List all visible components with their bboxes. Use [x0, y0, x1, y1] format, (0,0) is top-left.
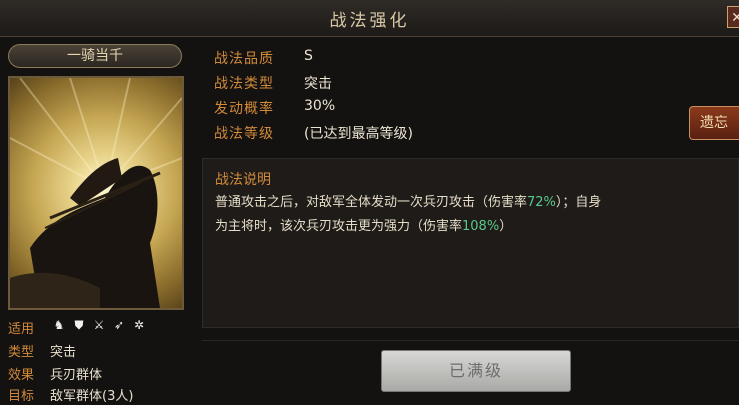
- forget-button[interactable]: 遗忘: [689, 106, 739, 140]
- window-title: 战法强化: [329, 11, 410, 31]
- tactic-card-art: [8, 76, 184, 310]
- close-icon: ✕: [731, 10, 739, 26]
- close-button[interactable]: ✕: [727, 6, 739, 28]
- damage-rate-72: 72%: [527, 195, 556, 210]
- description-line1-start: 普通攻击之后，对敌军全体发动一次兵刃攻击（伤害率: [215, 195, 528, 210]
- description-text: 普通攻击之后，对敌军全体发动一次兵刃攻击（伤害率72%）；自身 为主将时，该次兵…: [215, 191, 735, 239]
- tactic-type-label: 战法类型: [214, 76, 274, 92]
- type-label: 类型: [8, 345, 35, 360]
- type-value: 突击: [50, 345, 77, 360]
- description-title: 战法说明: [215, 172, 271, 188]
- max-level-button[interactable]: 已满级: [381, 350, 571, 392]
- quality-value: S: [304, 48, 313, 64]
- damage-rate-108: 108%: [462, 219, 500, 234]
- description-line1-end: ）；自身: [555, 195, 602, 210]
- siege-wheel-icon: ✲: [133, 318, 145, 332]
- divider: [202, 340, 739, 341]
- applicable-label: 适用: [8, 322, 35, 337]
- level-value: (已达到最高等级): [304, 126, 413, 142]
- archer-icon: ➶: [113, 318, 125, 332]
- crossed-swords-icon: ⚔: [93, 318, 105, 332]
- target-label: 目标: [8, 389, 35, 404]
- tactic-type-value: 突击: [304, 76, 332, 92]
- effect-value: 兵刃群体: [50, 368, 103, 383]
- chance-value: 30%: [304, 98, 336, 114]
- cavalry-icon: ♞: [53, 318, 65, 332]
- description-line2-start: 为主将时，该次兵刃攻击更为强力（伤害率: [215, 219, 463, 234]
- description-panel: 战法说明 普通攻击之后，对敌军全体发动一次兵刃攻击（伤害率72%）；自身 为主将…: [202, 158, 739, 328]
- effect-label: 效果: [8, 368, 35, 383]
- description-line2-end: ）: [499, 219, 513, 234]
- shield-icon: ⛊: [74, 318, 84, 332]
- title-bar: 战法强化: [0, 0, 739, 37]
- quality-label: 战法品质: [214, 51, 274, 67]
- tactic-name-plate: 一骑当千: [8, 44, 182, 68]
- cavalry-charge-illustration: [10, 78, 182, 308]
- target-value: 敌军群体(3人): [50, 389, 134, 404]
- chance-label: 发动概率: [214, 101, 274, 117]
- level-label: 战法等级: [214, 126, 274, 142]
